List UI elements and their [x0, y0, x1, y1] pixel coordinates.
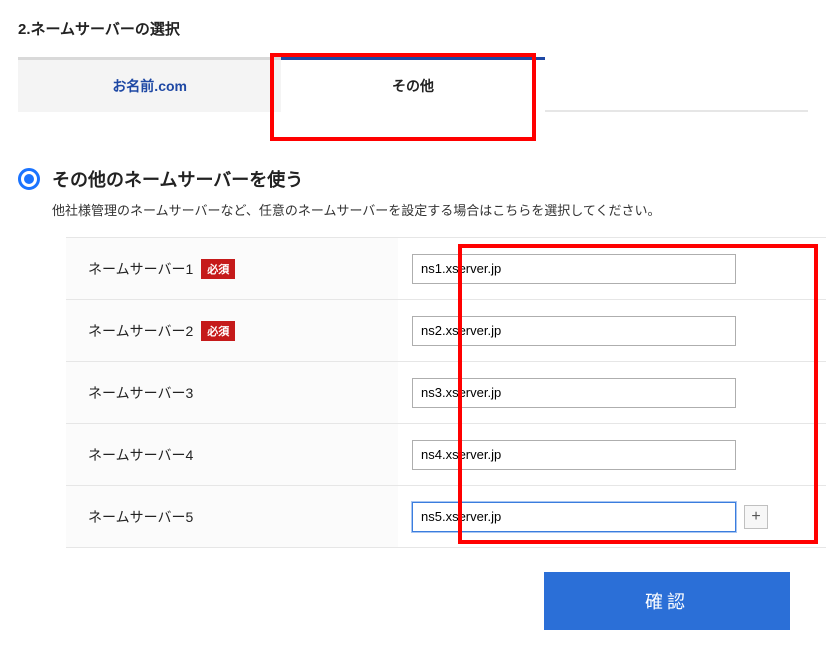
- add-nameserver-button[interactable]: +: [744, 505, 768, 529]
- confirm-button[interactable]: 確認: [544, 572, 790, 630]
- tabs-container: お名前.com その他: [18, 57, 808, 134]
- ns-input-2[interactable]: [412, 316, 736, 346]
- nameserver-table: ネームサーバー1 必須 ネームサーバー2 必須 ネームサーバー3 ネームサーバー…: [66, 237, 826, 548]
- option-other-nameserver: その他のネームサーバーを使う 他社様管理のネームサーバーなど、任意のネームサーバ…: [18, 166, 808, 219]
- ns-row-2: ネームサーバー2 必須: [66, 300, 826, 362]
- ns-label-1: ネームサーバー1: [88, 259, 193, 279]
- ns-input-1[interactable]: [412, 254, 736, 284]
- option-description: 他社様管理のネームサーバーなど、任意のネームサーバーを設定する場合はこちらを選択…: [52, 200, 808, 219]
- option-title: その他のネームサーバーを使う: [52, 166, 303, 192]
- ns-label-2: ネームサーバー2: [88, 321, 193, 341]
- ns-row-4: ネームサーバー4: [66, 424, 826, 486]
- ns-input-3[interactable]: [412, 378, 736, 408]
- ns-row-5: ネームサーバー5 +: [66, 486, 826, 548]
- ns-row-3: ネームサーバー3: [66, 362, 826, 424]
- ns-row-1: ネームサーバー1 必須: [66, 238, 826, 300]
- tab-onamae[interactable]: お名前.com: [18, 57, 281, 112]
- ns-label-3: ネームサーバー3: [88, 383, 193, 403]
- section-title: 2.ネームサーバーの選択: [18, 18, 808, 39]
- required-badge: 必須: [201, 259, 235, 279]
- required-badge: 必須: [201, 321, 235, 341]
- ns-label-5: ネームサーバー5: [88, 507, 193, 527]
- tab-other[interactable]: その他: [281, 57, 544, 112]
- ns-label-4: ネームサーバー4: [88, 445, 193, 465]
- ns-input-4[interactable]: [412, 440, 736, 470]
- radio-other-nameserver[interactable]: [18, 168, 40, 190]
- ns-input-5[interactable]: [412, 502, 736, 532]
